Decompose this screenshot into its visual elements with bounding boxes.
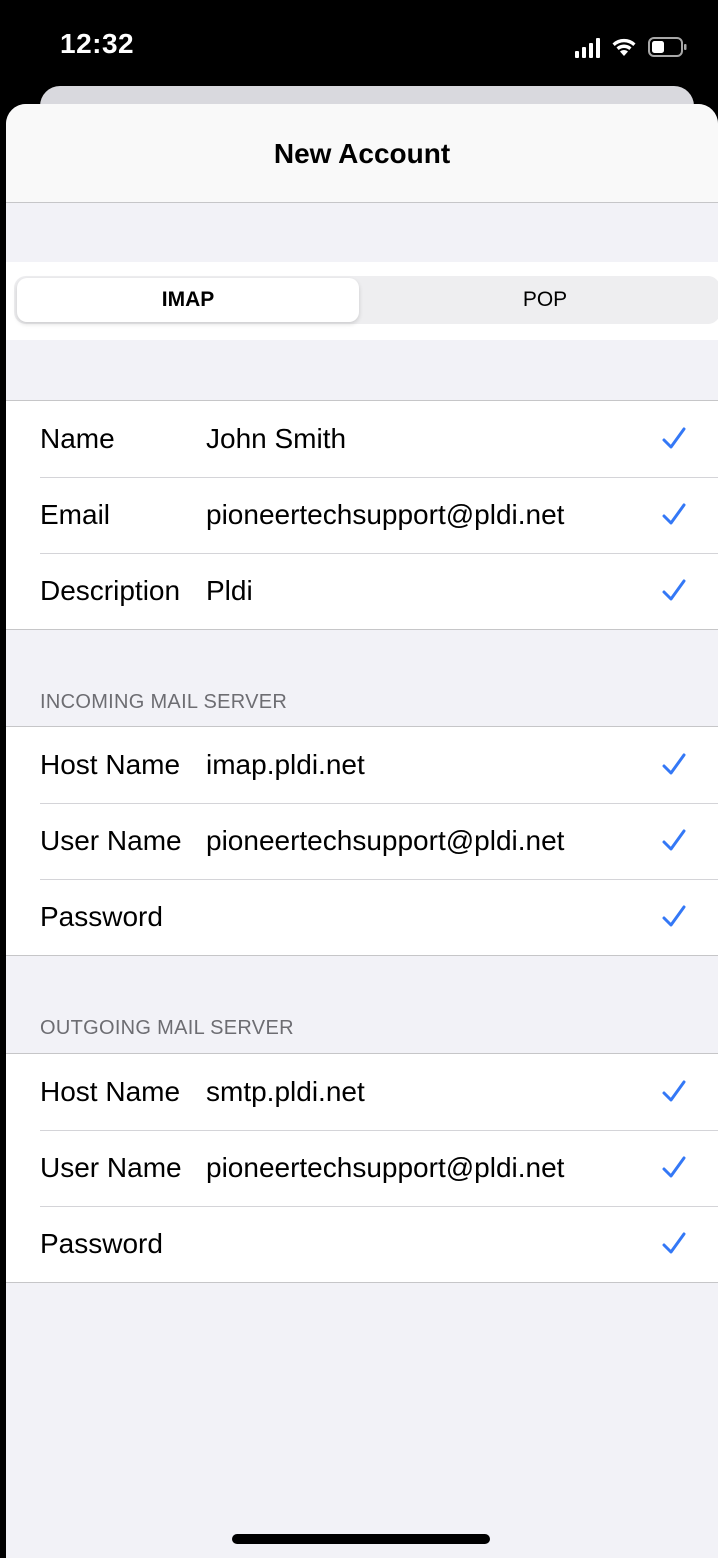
checkmark-icon [662, 829, 686, 851]
status-bar: 12:32 [0, 0, 718, 90]
checkmark-icon [662, 503, 686, 525]
outgoing-password-row[interactable]: Password [6, 1206, 718, 1282]
incoming-host-row[interactable]: Host Name imap.pldi.net [6, 727, 718, 803]
account-type-segmented-control[interactable]: IMAP POP [14, 276, 718, 324]
status-icons [575, 32, 688, 58]
email-label: Email [40, 499, 111, 530]
checkmark-icon [662, 579, 686, 601]
outgoing-section-header: OUTGOING MAIL SERVER [40, 1017, 294, 1039]
incoming-username-label: User Name [40, 825, 182, 856]
description-row[interactable]: Description Pldi [6, 553, 718, 629]
checkmark-icon [662, 427, 686, 449]
outgoing-username-field[interactable]: pioneertechsupport@pldi.net [206, 1130, 564, 1206]
segment-imap[interactable]: IMAP [17, 278, 359, 322]
outgoing-host-label: Host Name [40, 1076, 181, 1107]
outgoing-username-label: User Name [40, 1152, 182, 1183]
account-info-group: Name John Smith Email pioneertechsupport… [6, 400, 718, 630]
checkmark-icon [662, 1080, 686, 1102]
incoming-password-label: Password [40, 901, 163, 932]
new-account-sheet: New Account IMAP POP Name John Smith Ema… [6, 104, 718, 1558]
name-label: Name [40, 423, 115, 454]
checkmark-icon [662, 905, 686, 927]
screen: 12:32 New Account IMAP POP Name John Smi… [0, 0, 718, 1558]
outgoing-server-group: Host Name smtp.pldi.net User Name pionee… [6, 1053, 718, 1283]
email-field[interactable]: pioneertechsupport@pldi.net [206, 477, 564, 553]
incoming-username-row[interactable]: User Name pioneertechsupport@pldi.net [6, 803, 718, 879]
battery-icon [648, 36, 688, 58]
signal-icon [575, 38, 600, 58]
outgoing-host-row[interactable]: Host Name smtp.pldi.net [6, 1054, 718, 1130]
outgoing-username-row[interactable]: User Name pioneertechsupport@pldi.net [6, 1130, 718, 1206]
name-field[interactable]: John Smith [206, 401, 346, 477]
email-row[interactable]: Email pioneertechsupport@pldi.net [6, 477, 718, 553]
incoming-username-field[interactable]: pioneertechsupport@pldi.net [206, 803, 564, 879]
incoming-server-group: Host Name imap.pldi.net User Name pionee… [6, 726, 718, 956]
home-indicator[interactable] [232, 1534, 490, 1544]
wifi-icon [610, 36, 638, 58]
incoming-password-row[interactable]: Password [6, 879, 718, 955]
status-time: 12:32 [60, 28, 135, 59]
description-field[interactable]: Pldi [206, 553, 253, 629]
segment-pop[interactable]: POP [374, 278, 716, 322]
description-label: Description [40, 575, 181, 606]
incoming-host-field[interactable]: imap.pldi.net [206, 727, 365, 803]
checkmark-icon [662, 753, 686, 775]
incoming-section-header: INCOMING MAIL SERVER [40, 691, 288, 713]
page-title: New Account [273, 138, 451, 169]
account-type-section: IMAP POP [6, 262, 718, 340]
incoming-host-label: Host Name [40, 749, 181, 780]
checkmark-icon [662, 1156, 686, 1178]
navigation-bar: New Account [6, 104, 718, 203]
outgoing-host-field[interactable]: smtp.pldi.net [206, 1054, 365, 1130]
outgoing-password-label: Password [40, 1228, 163, 1259]
checkmark-icon [662, 1232, 686, 1254]
name-row[interactable]: Name John Smith [6, 401, 718, 477]
